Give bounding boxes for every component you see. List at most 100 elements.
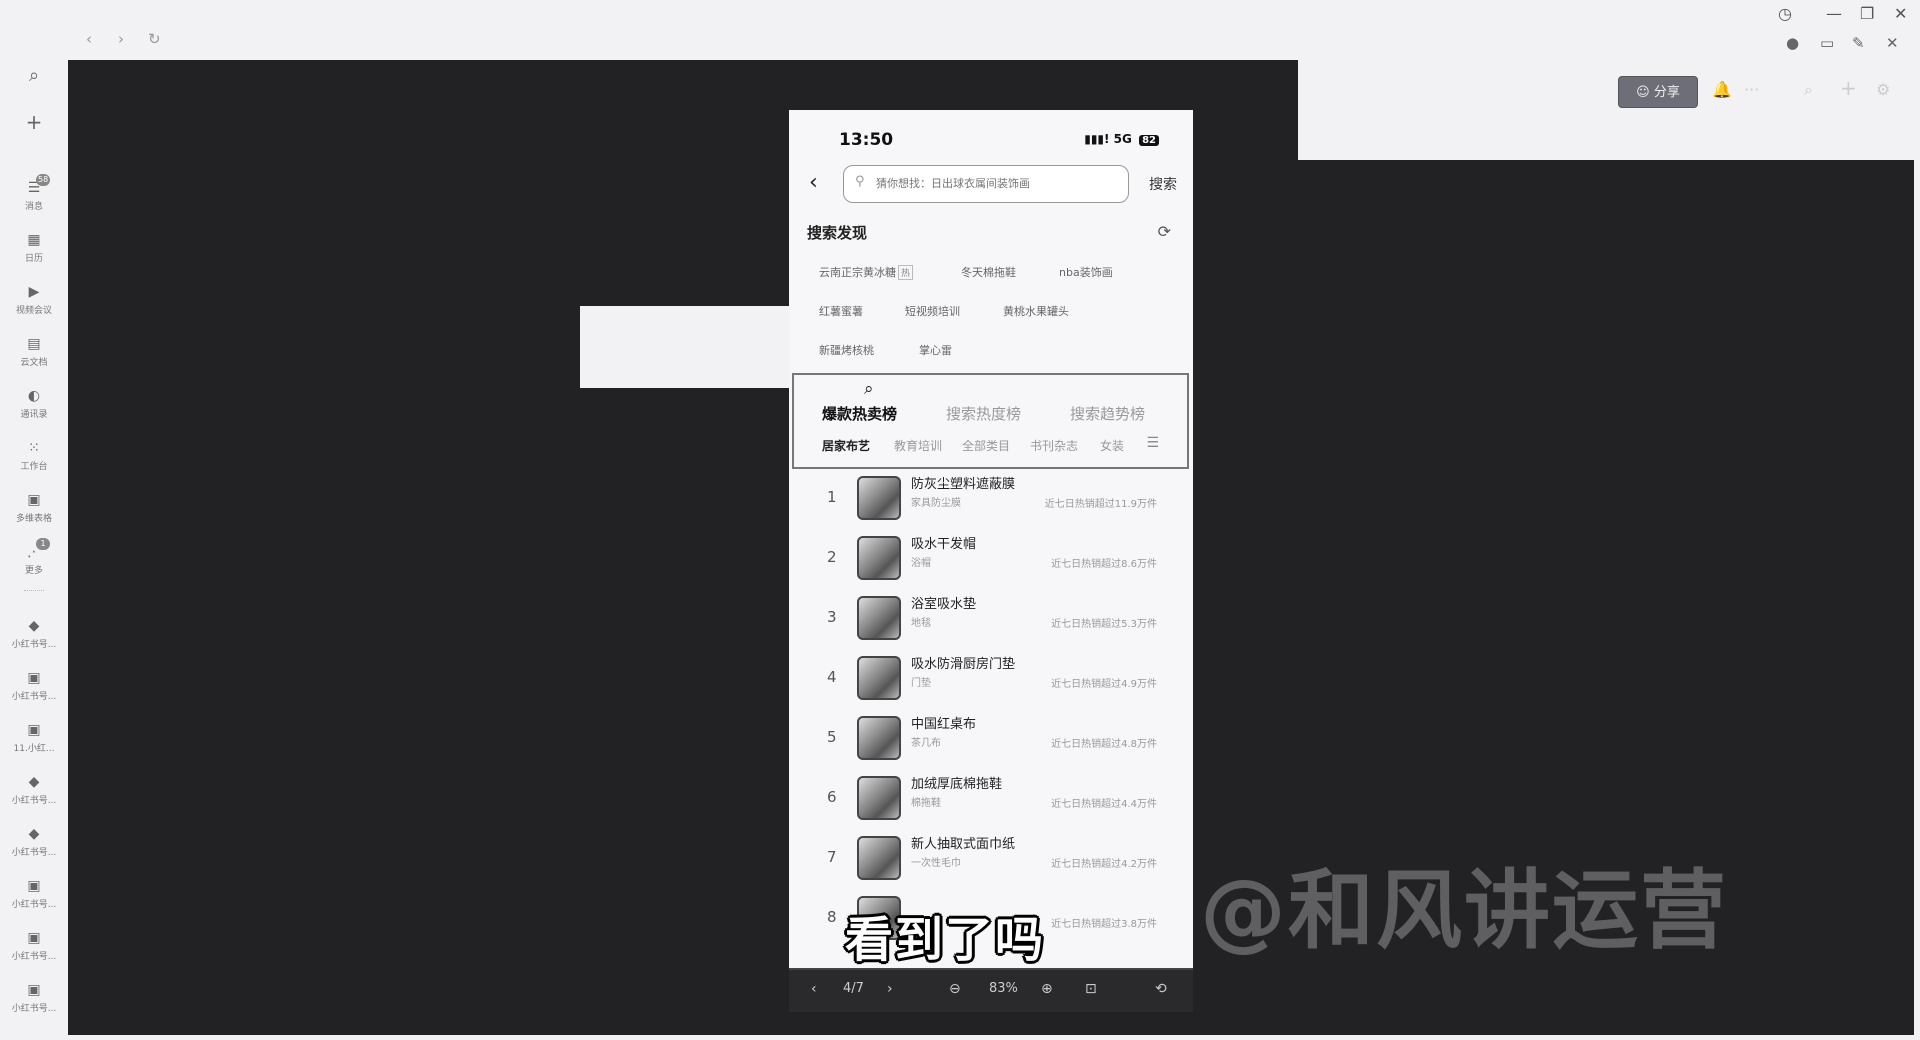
discover-tag[interactable]: 短视频培训 <box>905 303 960 319</box>
sidebar-item[interactable]: ▣ 多维表格 <box>0 492 68 524</box>
sidebar-add[interactable]: + <box>0 112 68 132</box>
ranking-row[interactable]: 2 吸水干发帽 浴帽 近七日热销超过8.6万件 <box>789 530 1193 590</box>
phone-search-input[interactable] <box>876 174 1121 194</box>
tab-hot-sales[interactable]: 爆款热卖榜 <box>822 403 897 424</box>
group-label: 小红书号... <box>11 952 57 962</box>
ranking-row[interactable]: 5 中国红桌布 茶几布 近七日热销超过4.8万件 <box>789 710 1193 770</box>
discover-tag-text: 红薯蜜薯 <box>819 305 863 318</box>
product-thumbnail <box>857 536 901 580</box>
phone-search-box[interactable]: ⚲ <box>843 165 1129 203</box>
sidebar-item[interactable]: ▶ 视频会议 <box>0 284 68 316</box>
phone-search-button[interactable]: 搜索 <box>1149 174 1177 194</box>
group-icon: ▣ <box>27 930 41 946</box>
rank-number: 5 <box>827 728 837 746</box>
sidebar-group-item[interactable]: ▣ 11.小红... <box>0 722 68 754</box>
unread-badge: 58 <box>36 174 51 186</box>
reload-icon[interactable]: ↻ <box>148 30 161 48</box>
history-icon[interactable]: ◷ <box>1778 4 1792 23</box>
group-icon: ◆ <box>28 618 40 634</box>
sidebar-item-icon: ▤ <box>27 336 41 352</box>
sidebar-item[interactable]: ☰ 消息 58 <box>0 174 68 212</box>
discover-tag[interactable]: 掌心雷 <box>919 342 952 358</box>
sidebar-item-label: 日历 <box>24 254 43 264</box>
toolbar-search-icon[interactable]: ⌕ <box>1804 80 1813 100</box>
discover-title: 搜索发现 <box>807 224 868 242</box>
refresh-icon[interactable]: ⟳ <box>1158 222 1171 241</box>
monitor-icon[interactable]: ▭ <box>1820 34 1834 52</box>
more-icon[interactable]: ··· <box>1744 80 1759 99</box>
category-education[interactable]: 教育培训 <box>894 437 942 454</box>
pin-icon[interactable]: ✎ <box>1852 34 1865 52</box>
sidebar-item-icon: ⋰ <box>27 544 41 560</box>
bell-icon[interactable]: 🔔 <box>1712 80 1732 99</box>
product-thumbnail <box>857 776 901 820</box>
toolbar-add-icon[interactable]: + <box>1840 76 1857 100</box>
settings-icon[interactable]: ⚙ <box>1876 80 1890 99</box>
ranking-row[interactable]: 1 防灰尘塑料遮蔽膜 家具防尘膜 近七日热销超过11.9万件 <box>789 470 1193 530</box>
tab-search-heat[interactable]: 搜索热度榜 <box>946 403 1021 424</box>
sidebar-item[interactable]: ⁙ 工作台 <box>0 440 68 472</box>
sidebar-group-item[interactable]: ▣ 小红书号... <box>0 982 68 1014</box>
zoom-out-icon[interactable]: ⊖ <box>949 981 961 997</box>
ranking-row[interactable]: 3 浴室吸水垫 地毯 近七日热销超过5.3万件 <box>789 590 1193 650</box>
sidebar-item-label: 消息 <box>24 202 43 212</box>
unread-badge: 1 <box>36 538 50 550</box>
sidebar-group-item[interactable]: ▣ 小红书号... <box>0 930 68 962</box>
category-womenswear[interactable]: 女装 <box>1100 437 1124 454</box>
product-category: 门垫 <box>911 678 931 689</box>
discover-tag[interactable]: 黄桃水果罐头 <box>1003 303 1069 319</box>
sidebar-item[interactable]: ⋰ 更多 1 <box>0 538 68 576</box>
discover-tag-text: 冬天棉拖鞋 <box>961 266 1016 279</box>
next-page-icon[interactable]: › <box>887 981 893 997</box>
group-icon: ▣ <box>27 670 41 686</box>
chat-icon[interactable]: ● <box>1786 34 1799 52</box>
image-viewer-bar: ‹ 4/7 › ⊖ 83% ⊕ ⊡ ⟲ <box>789 968 1193 1012</box>
ranking-row[interactable]: 6 加绒厚底棉拖鞋 棉拖鞋 近七日热销超过4.4万件 <box>789 770 1193 830</box>
close-icon[interactable]: ✕ <box>1894 4 1907 23</box>
restore-icon[interactable]: ❐ <box>1860 4 1874 23</box>
zoom-in-icon[interactable]: ⊕ <box>1041 981 1053 997</box>
ranking-row[interactable]: 7 新人抽取式面巾纸 一次性毛巾 近七日热销超过4.2万件 <box>789 830 1193 890</box>
sidebar-divider <box>24 590 44 591</box>
product-sales: 近七日热销超过5.3万件 <box>1051 619 1157 630</box>
sidebar-item-label: 云文档 <box>20 358 48 368</box>
rotate-icon[interactable]: ⟲ <box>1155 981 1167 997</box>
sidebar-item-label: 工作台 <box>20 462 48 472</box>
phone-back-icon[interactable]: ‹ <box>809 170 818 195</box>
ranking-panel: ⌕ 爆款热卖榜 搜索热度榜 搜索趋势榜 居家布艺 教育培训 全部类目 书刊杂志 … <box>792 373 1189 469</box>
forward-icon[interactable]: › <box>118 30 124 48</box>
back-icon[interactable]: ‹ <box>86 30 92 48</box>
share-button[interactable]: ☺ 分享 <box>1618 76 1698 108</box>
product-name: 吸水干发帽 <box>911 537 977 552</box>
category-home-textile[interactable]: 居家布艺 <box>822 437 870 454</box>
category-menu-icon[interactable]: ☰ <box>1146 435 1159 451</box>
sidebar-group-item[interactable]: ◆ 小红书号... <box>0 774 68 806</box>
group-icon: ▣ <box>27 982 41 998</box>
sidebar-group-item[interactable]: ◆ 小红书号... <box>0 826 68 858</box>
sidebar-group-item[interactable]: ▣ 小红书号... <box>0 878 68 910</box>
group-label: 小红书号... <box>11 848 57 858</box>
minimize-icon[interactable]: — <box>1826 4 1842 23</box>
sidebar-group-item[interactable]: ▣ 小红书号... <box>0 670 68 702</box>
tab-search-trend[interactable]: 搜索趋势榜 <box>1070 403 1145 424</box>
rank-number: 6 <box>827 788 837 806</box>
discover-tag[interactable]: 红薯蜜薯 <box>819 303 863 319</box>
prev-page-icon[interactable]: ‹ <box>811 981 817 997</box>
sidebar-item[interactable]: ◐ 通讯录 <box>0 388 68 420</box>
sidebar-item[interactable]: ▤ 云文档 <box>0 336 68 368</box>
category-books[interactable]: 书刊杂志 <box>1030 437 1078 454</box>
group-label: 11.小红... <box>13 744 55 754</box>
discover-tag[interactable]: 冬天棉拖鞋 <box>961 264 1016 280</box>
discover-tag[interactable]: 云南正宗黄冰糖热 <box>819 264 914 280</box>
sidebar-item[interactable]: ▦ 日历 <box>0 232 68 264</box>
ranking-row[interactable]: 4 吸水防滑厨房门垫 门垫 近七日热销超过4.9万件 <box>789 650 1193 710</box>
actual-size-icon[interactable]: ⊡ <box>1085 981 1097 997</box>
category-all[interactable]: 全部类目 <box>962 437 1010 454</box>
sidebar-search[interactable]: ⌕ <box>0 67 68 85</box>
discover-tag[interactable]: 新疆烤核桃 <box>819 342 874 358</box>
group-label: 小红书号... <box>11 1004 57 1014</box>
group-label: 小红书号... <box>11 640 57 650</box>
sidebar-group-item[interactable]: ◆ 小红书号... <box>0 618 68 650</box>
close-panel-icon[interactable]: ✕ <box>1886 34 1899 52</box>
discover-tag[interactable]: nba装饰画 <box>1059 264 1113 280</box>
